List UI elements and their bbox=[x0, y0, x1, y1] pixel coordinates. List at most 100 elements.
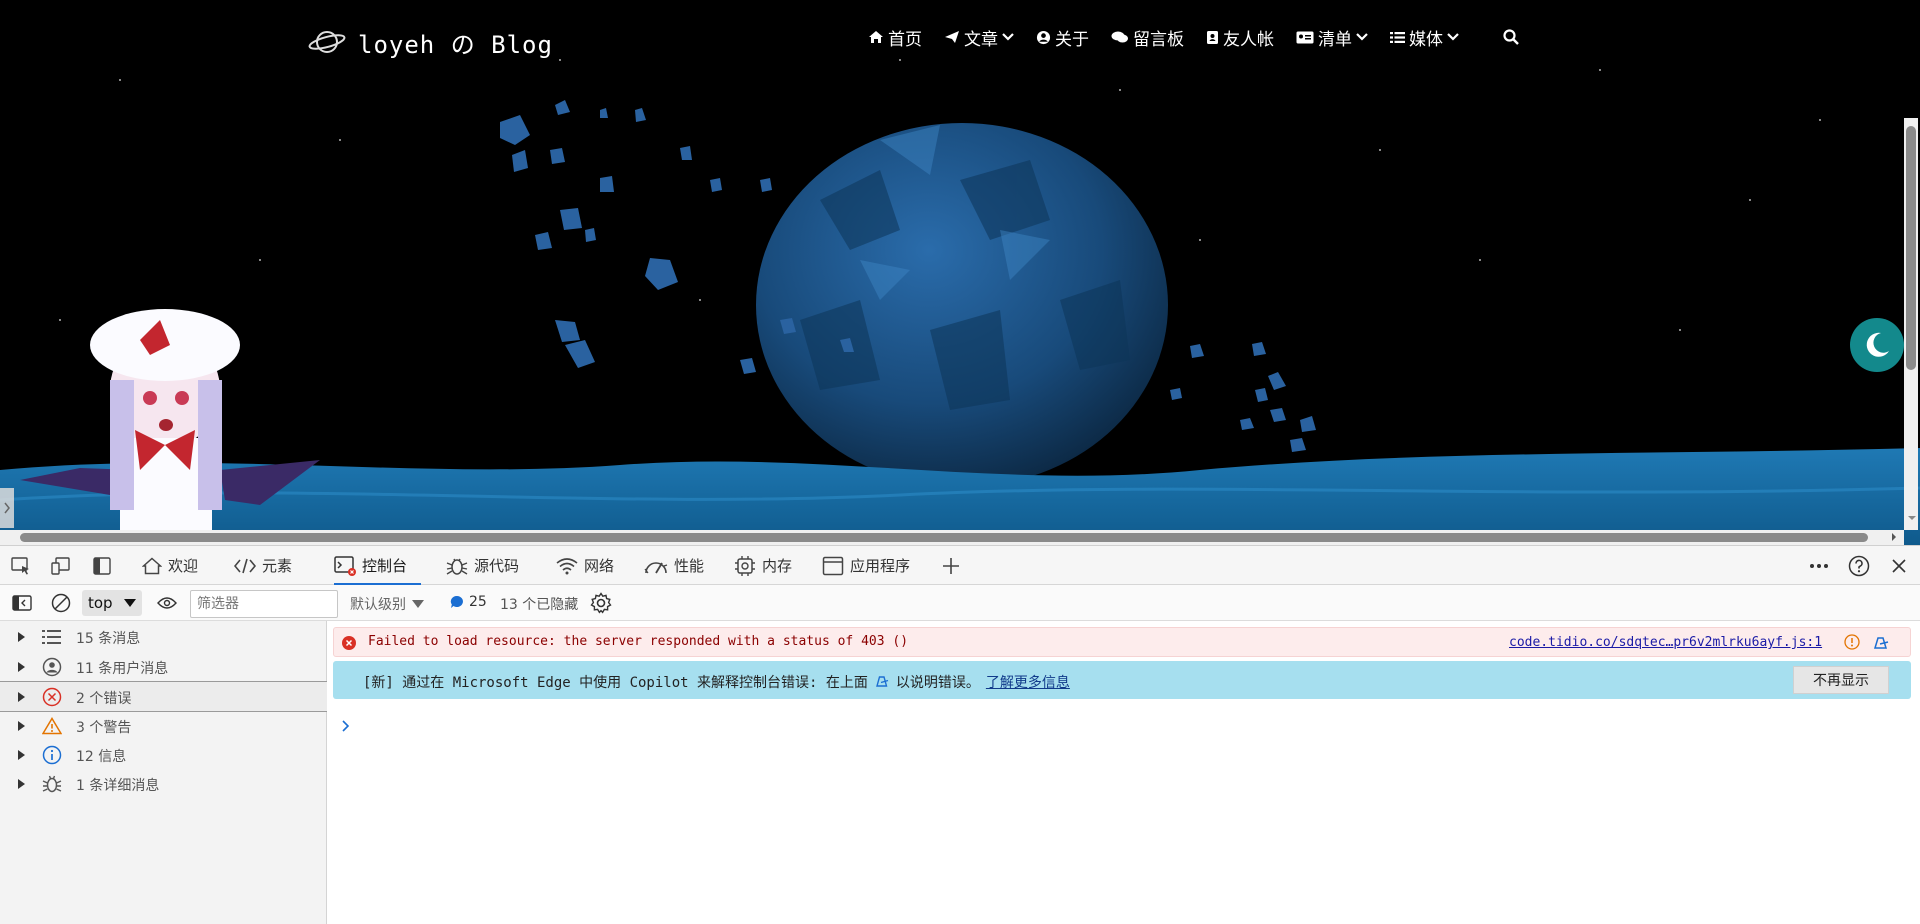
code-icon bbox=[234, 558, 256, 573]
bug-icon bbox=[42, 775, 62, 793]
vertical-scrollbar-thumb[interactable] bbox=[1906, 126, 1916, 370]
site-title: loyeh の Blog bbox=[358, 30, 553, 59]
gear-icon[interactable] bbox=[590, 592, 612, 614]
site-logo[interactable]: loyeh の Blog bbox=[308, 22, 553, 62]
clear-icon bbox=[51, 593, 71, 613]
device-emulation-button[interactable] bbox=[50, 556, 72, 576]
expand-triangle-icon bbox=[18, 632, 25, 642]
website-viewport: loyeh の Blog 首页 文章 关于 留言板 友人帐 清单 媒体 bbox=[0, 0, 1920, 545]
error-icon bbox=[42, 687, 62, 707]
plus-icon bbox=[943, 558, 959, 574]
tab-application[interactable]: 应用程序 bbox=[822, 546, 910, 585]
console-toolbar: top 默认级别 25 13 个已隐藏 bbox=[0, 585, 1920, 621]
tab-memory[interactable]: 内存 bbox=[734, 546, 792, 585]
console-sidebar: 15 条消息 11 条用户消息 2 个错误 3 个警告 12 信息 1 条详细消… bbox=[0, 621, 327, 924]
sidebar-item-user-messages[interactable]: 11 条用户消息 bbox=[0, 652, 327, 681]
tab-sources[interactable]: 源代码 bbox=[446, 546, 519, 585]
bug-icon bbox=[446, 558, 468, 575]
tab-console[interactable]: 控制台 bbox=[334, 546, 422, 586]
scroll-down-arrow-icon[interactable] bbox=[1906, 512, 1918, 524]
inspect-element-button[interactable] bbox=[10, 556, 32, 576]
nav-item-home[interactable]: 首页 bbox=[868, 25, 922, 50]
message-count-badge[interactable]: 25 bbox=[450, 594, 487, 610]
copilot-info-banner: [新] 通过在 Microsoft Edge 中使用 Copilot 来解释控制… bbox=[333, 661, 1911, 699]
expand-triangle-icon bbox=[18, 750, 25, 760]
close-devtools-button[interactable] bbox=[1888, 556, 1910, 576]
site-nav: 首页 文章 关于 留言板 友人帐 清单 媒体 bbox=[868, 24, 1519, 50]
id-card-icon bbox=[1296, 31, 1314, 43]
tab-network[interactable]: 网络 bbox=[556, 546, 614, 585]
device-icon bbox=[51, 557, 70, 575]
sidebar-toggle-icon bbox=[12, 595, 32, 611]
performance-icon bbox=[644, 561, 668, 573]
planet-logo-icon bbox=[308, 31, 346, 53]
copilot-icon bbox=[875, 676, 889, 687]
context-select[interactable]: top bbox=[82, 590, 142, 616]
horizontal-scrollbar-thumb[interactable] bbox=[20, 533, 1868, 542]
user-circle-icon bbox=[1036, 30, 1051, 44]
page-sidebar-toggle[interactable] bbox=[0, 488, 14, 528]
console-error-message[interactable]: Failed to load resource: the server resp… bbox=[333, 627, 1911, 657]
chip-icon bbox=[735, 555, 755, 576]
chevron-right-icon bbox=[4, 502, 10, 514]
tab-elements[interactable]: 元素 bbox=[234, 546, 292, 585]
filter-input[interactable] bbox=[190, 590, 338, 618]
add-tab-button[interactable] bbox=[940, 556, 962, 576]
sidebar-item-info[interactable]: 12 信息 bbox=[0, 740, 327, 769]
clear-console-button[interactable] bbox=[50, 593, 72, 613]
window-icon bbox=[822, 556, 844, 575]
nav-search-button[interactable] bbox=[1503, 29, 1519, 45]
error-icon bbox=[342, 636, 356, 650]
dont-show-again-button[interactable]: 不再显示 bbox=[1793, 666, 1889, 694]
help-icon bbox=[1848, 555, 1870, 577]
moon-icon bbox=[1866, 332, 1889, 357]
warning-icon bbox=[42, 717, 62, 735]
chevron-down-icon bbox=[1447, 33, 1459, 41]
search-icon bbox=[1503, 29, 1519, 45]
sidebar-item-messages[interactable]: 15 条消息 bbox=[0, 622, 327, 651]
sidebar-item-errors[interactable]: 2 个错误 bbox=[0, 681, 327, 712]
nav-item-guestbook[interactable]: 留言板 bbox=[1111, 25, 1184, 50]
log-level-select[interactable]: 默认级别 bbox=[350, 594, 424, 614]
help-button[interactable] bbox=[1848, 555, 1870, 577]
chevron-down-icon bbox=[1002, 33, 1014, 41]
home-icon bbox=[869, 31, 883, 43]
error-source-link[interactable]: code.tidio.co/sdqtec…pr6v2mlrku6ayf.js:1 bbox=[1509, 635, 1822, 650]
home-icon bbox=[142, 556, 162, 574]
more-options-button[interactable] bbox=[1808, 556, 1830, 576]
wifi-icon bbox=[556, 557, 578, 574]
scroll-right-arrow-icon[interactable] bbox=[1888, 531, 1900, 543]
chevron-right-icon bbox=[342, 720, 350, 732]
show-console-sidebar-button[interactable] bbox=[11, 593, 33, 613]
console-prompt[interactable] bbox=[341, 717, 351, 736]
hidden-messages-count: 13 个已隐藏 bbox=[500, 597, 579, 613]
sidebar-item-verbose[interactable]: 1 条详细消息 bbox=[0, 769, 327, 798]
theme-toggle-button[interactable] bbox=[1850, 318, 1904, 372]
live-expression-button[interactable] bbox=[156, 593, 178, 613]
chevron-down-icon bbox=[1356, 33, 1368, 41]
console-output: Failed to load resource: the server resp… bbox=[327, 621, 1920, 924]
nav-item-lists[interactable]: 清单 bbox=[1296, 25, 1368, 50]
nav-item-friends[interactable]: 友人帐 bbox=[1206, 25, 1274, 50]
user-circle-icon bbox=[42, 657, 62, 677]
info-icon bbox=[42, 745, 62, 765]
comments-icon bbox=[1111, 31, 1128, 43]
caret-down-icon bbox=[412, 600, 424, 608]
toggle-drawer-button[interactable] bbox=[91, 556, 113, 576]
nav-item-about[interactable]: 关于 bbox=[1036, 25, 1089, 50]
devtools-panel: 欢迎 元素 控制台 源代码 网络 性能 内存 应用程序 top 筛选器 默认级别… bbox=[0, 545, 1920, 924]
address-book-icon bbox=[1207, 30, 1218, 44]
copilot-explain-icon[interactable] bbox=[1872, 635, 1890, 651]
nav-item-media[interactable]: 媒体 bbox=[1390, 25, 1459, 50]
tab-performance[interactable]: 性能 bbox=[644, 546, 704, 585]
console-icon bbox=[334, 555, 356, 576]
sidebar-item-warnings[interactable]: 3 个警告 bbox=[0, 711, 327, 740]
learn-more-link[interactable]: 了解更多信息 bbox=[986, 672, 1070, 692]
more-icon bbox=[1810, 564, 1828, 568]
list-icon bbox=[1390, 31, 1405, 43]
tab-welcome[interactable]: 欢迎 bbox=[142, 546, 198, 585]
nav-item-articles[interactable]: 文章 bbox=[944, 25, 1014, 50]
issue-icon[interactable] bbox=[1844, 634, 1860, 650]
expand-triangle-icon bbox=[18, 779, 25, 789]
paper-plane-icon bbox=[945, 31, 959, 43]
